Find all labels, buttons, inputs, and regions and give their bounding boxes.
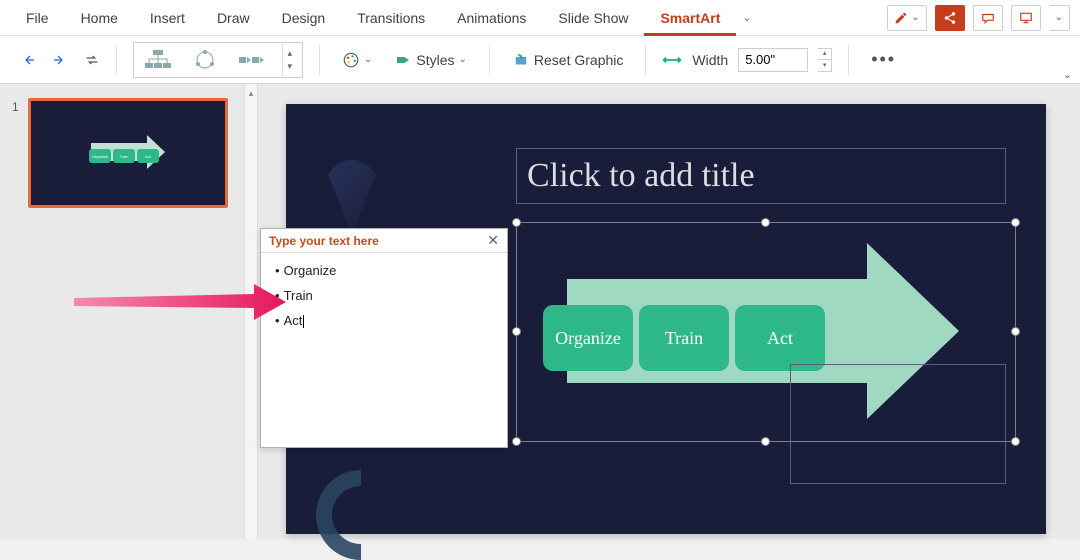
- toolbar-separator: [319, 45, 320, 75]
- editing-mode-button[interactable]: ⌄: [887, 5, 926, 31]
- workspace: 1 Organize Train Act ▴ Click to add titl…: [0, 84, 1080, 539]
- ribbon-tabs: File Home Insert Draw Design Transitions…: [0, 0, 1080, 36]
- styles-icon: [394, 51, 412, 69]
- spinner-up[interactable]: ▴: [818, 49, 831, 61]
- text-pane-item[interactable]: Train: [275, 288, 493, 303]
- text-pane-item[interactable]: Act: [275, 313, 493, 328]
- width-label: Width: [692, 52, 728, 68]
- selection-handle[interactable]: [761, 437, 770, 446]
- toolbar-separator: [645, 45, 646, 75]
- share-icon: [943, 11, 957, 25]
- decorative-ring: [316, 470, 406, 560]
- pencil-icon: [894, 11, 908, 25]
- smartart-box-3[interactable]: Act: [735, 305, 825, 371]
- smartart-box-1[interactable]: Organize: [543, 305, 633, 371]
- tab-overflow-chevron[interactable]: ⌄: [736, 11, 757, 24]
- thumbnail-scrollbar[interactable]: ▴: [244, 84, 258, 539]
- present-icon: [1019, 11, 1033, 25]
- title-placeholder[interactable]: Click to add title: [516, 148, 1006, 204]
- text-pane-item[interactable]: Organize: [275, 263, 493, 278]
- selection-handle[interactable]: [1011, 327, 1020, 336]
- back-arrow-icon[interactable]: [20, 52, 36, 68]
- selection-handle[interactable]: [512, 327, 521, 336]
- styles-label: Styles: [416, 52, 454, 68]
- layout-thumb-process[interactable]: [235, 47, 271, 73]
- text-pane-header: Type your text here ✕: [261, 229, 507, 253]
- layout-gallery-more[interactable]: ▴▾: [282, 42, 296, 78]
- selection-handle[interactable]: [1011, 437, 1020, 446]
- comment-icon: [981, 11, 995, 25]
- width-icon: [662, 52, 682, 68]
- close-icon[interactable]: ✕: [487, 232, 499, 249]
- smartart-boxes: Organize Train Act: [543, 305, 825, 371]
- selection-handle[interactable]: [512, 437, 521, 446]
- sync-arrows-icon[interactable]: [84, 52, 100, 68]
- layout-thumb-hierarchy[interactable]: [140, 47, 176, 73]
- smartart-text-pane[interactable]: Type your text here ✕ Organize Train Act: [260, 228, 508, 448]
- decorative-cone: [322, 160, 382, 234]
- text-pane-title: Type your text here: [269, 234, 379, 248]
- tab-transitions[interactable]: Transitions: [341, 0, 441, 36]
- selection-handle[interactable]: [512, 218, 521, 227]
- scroll-up-icon[interactable]: ▴: [249, 88, 254, 539]
- tab-design[interactable]: Design: [266, 0, 342, 36]
- tab-slideshow[interactable]: Slide Show: [542, 0, 644, 36]
- tab-smartart[interactable]: SmartArt: [644, 0, 736, 36]
- text-pane-list[interactable]: Organize Train Act: [261, 253, 507, 348]
- thumb-smartart-boxes: Organize Train Act: [89, 149, 159, 163]
- content-placeholder[interactable]: [790, 364, 1006, 484]
- toolbar-overflow[interactable]: •••: [865, 49, 902, 70]
- toolbar-separator: [848, 45, 849, 75]
- tab-draw[interactable]: Draw: [201, 0, 266, 36]
- reset-icon: [512, 51, 530, 69]
- title-placeholder-text: Click to add title: [527, 157, 755, 195]
- reset-graphic-button[interactable]: Reset Graphic: [506, 47, 629, 73]
- ribbon-toolbar: ▴▾ ⌄ Styles ⌄ Reset Graphic Width ▴▾ •••…: [0, 36, 1080, 84]
- slide-number: 1: [12, 100, 19, 114]
- smartart-layout-gallery[interactable]: ▴▾: [133, 42, 303, 78]
- toolbar-separator: [116, 45, 117, 75]
- present-dropdown[interactable]: ⌄: [1049, 5, 1070, 31]
- reset-label: Reset Graphic: [534, 52, 623, 68]
- toolbar-separator: [489, 45, 490, 75]
- palette-icon: [342, 51, 360, 69]
- slide-thumbnail-1[interactable]: Organize Train Act: [28, 98, 228, 208]
- forward-arrow-icon[interactable]: [52, 52, 68, 68]
- change-colors-button[interactable]: ⌄: [336, 47, 378, 73]
- ribbon-collapse-chevron[interactable]: ⌄: [1063, 68, 1072, 81]
- selection-handle[interactable]: [1011, 218, 1020, 227]
- width-spinner[interactable]: ▴▾: [818, 48, 832, 72]
- share-button[interactable]: [935, 5, 965, 31]
- present-button[interactable]: [1011, 5, 1041, 31]
- smartart-styles-button[interactable]: Styles ⌄: [388, 47, 473, 73]
- slide-thumbnail-panel: 1 Organize Train Act ▴: [0, 84, 258, 539]
- tab-file[interactable]: File: [10, 0, 65, 36]
- width-input[interactable]: [738, 48, 808, 72]
- selection-handle[interactable]: [761, 218, 770, 227]
- tab-animations[interactable]: Animations: [441, 0, 542, 36]
- comments-button[interactable]: [973, 5, 1003, 31]
- text-cursor: [303, 315, 304, 328]
- tab-insert[interactable]: Insert: [134, 0, 201, 36]
- layout-thumb-cycle[interactable]: [187, 47, 223, 73]
- spinner-down[interactable]: ▾: [818, 60, 831, 71]
- tab-home[interactable]: Home: [65, 0, 134, 36]
- smartart-box-2[interactable]: Train: [639, 305, 729, 371]
- ribbon-right-controls: ⌄ ⌄: [887, 5, 1070, 31]
